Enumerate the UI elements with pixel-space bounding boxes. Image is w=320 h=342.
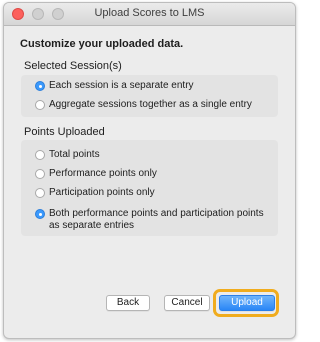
title-bar: Upload Scores to LMS — [4, 3, 295, 26]
radio-button-selected[interactable] — [35, 81, 45, 91]
points-uploaded-label: Points Uploaded — [24, 126, 105, 138]
session-option-aggregate[interactable]: Aggregate sessions together as a single … — [35, 99, 252, 111]
radio-label: Total points — [49, 149, 100, 160]
radio-button[interactable] — [35, 169, 45, 179]
cancel-button[interactable]: Cancel — [164, 295, 210, 311]
radio-label: Aggregate sessions together as a single … — [49, 99, 252, 110]
radio-label: Both performance points and participatio… — [49, 208, 264, 231]
points-option-participation[interactable]: Participation points only — [35, 187, 155, 199]
dialog-heading: Customize your uploaded data. — [20, 38, 184, 50]
selected-sessions-label: Selected Session(s) — [24, 60, 122, 72]
points-option-both[interactable]: Both performance points and participatio… — [35, 208, 274, 232]
back-button[interactable]: Back — [106, 295, 150, 311]
radio-button[interactable] — [35, 188, 45, 198]
radio-label: Participation points only — [49, 187, 155, 198]
radio-label: Performance points only — [49, 168, 157, 179]
points-option-total[interactable]: Total points — [35, 149, 100, 161]
window-title: Upload Scores to LMS — [94, 7, 205, 19]
radio-button-selected[interactable] — [35, 209, 45, 219]
session-option-separate[interactable]: Each session is a separate entry — [35, 80, 194, 92]
radio-button[interactable] — [35, 150, 45, 160]
points-option-performance[interactable]: Performance points only — [35, 168, 157, 180]
upload-button[interactable]: Upload — [219, 295, 275, 311]
radio-button[interactable] — [35, 100, 45, 110]
radio-label: Each session is a separate entry — [49, 80, 194, 91]
